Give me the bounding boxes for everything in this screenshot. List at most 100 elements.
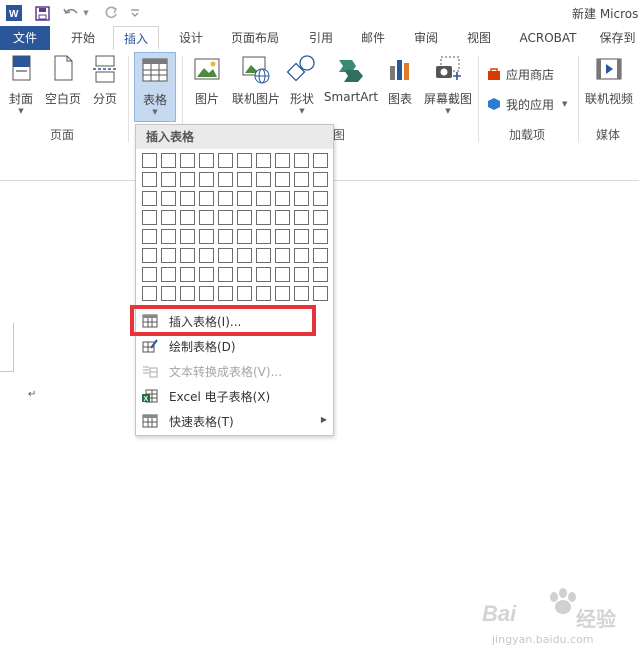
picture-button[interactable]: 图片 xyxy=(189,54,225,107)
grid-cell[interactable] xyxy=(294,229,309,244)
grid-cell[interactable] xyxy=(218,229,233,244)
grid-cell[interactable] xyxy=(256,286,271,301)
grid-cell[interactable] xyxy=(275,153,290,168)
tab-mailings[interactable]: 邮件 xyxy=(350,26,396,50)
tab-insert[interactable]: 插入 xyxy=(113,26,159,50)
grid-cell[interactable] xyxy=(199,153,214,168)
grid-cell[interactable] xyxy=(294,267,309,282)
grid-cell[interactable] xyxy=(142,286,157,301)
undo-dropdown-icon[interactable]: ▼ xyxy=(82,4,90,22)
grid-cell[interactable] xyxy=(256,191,271,206)
menu-item-excel-spreadsheet[interactable]: X Excel 电子表格(X) xyxy=(136,384,333,408)
grid-cell[interactable] xyxy=(161,153,176,168)
grid-cell[interactable] xyxy=(275,267,290,282)
tab-design[interactable]: 设计 xyxy=(168,26,214,50)
blank-page-button[interactable]: 空白页 xyxy=(42,54,84,107)
grid-cell[interactable] xyxy=(180,191,195,206)
grid-cell[interactable] xyxy=(218,286,233,301)
grid-cell[interactable] xyxy=(275,248,290,263)
grid-cell[interactable] xyxy=(161,172,176,187)
grid-cell[interactable] xyxy=(218,191,233,206)
tab-save-to[interactable]: 保存到 xyxy=(596,26,639,50)
grid-cell[interactable] xyxy=(180,229,195,244)
grid-cell[interactable] xyxy=(294,286,309,301)
grid-cell[interactable] xyxy=(142,248,157,263)
chart-button[interactable]: 图表 xyxy=(383,54,417,107)
redo-icon[interactable] xyxy=(103,4,119,22)
grid-cell[interactable] xyxy=(142,153,157,168)
tab-file[interactable]: 文件 xyxy=(0,26,50,50)
grid-cell[interactable] xyxy=(142,267,157,282)
grid-cell[interactable] xyxy=(313,153,328,168)
cover-page-button[interactable]: 封面 ▼ xyxy=(4,54,38,115)
grid-cell[interactable] xyxy=(199,210,214,225)
grid-cell[interactable] xyxy=(180,286,195,301)
grid-cell[interactable] xyxy=(180,267,195,282)
grid-cell[interactable] xyxy=(237,172,252,187)
grid-cell[interactable] xyxy=(294,210,309,225)
grid-cell[interactable] xyxy=(294,248,309,263)
grid-cell[interactable] xyxy=(313,248,328,263)
menu-item-quick-tables[interactable]: 快速表格(T) ▶ xyxy=(136,409,333,433)
grid-cell[interactable] xyxy=(256,153,271,168)
tab-view[interactable]: 视图 xyxy=(456,26,502,50)
grid-cell[interactable] xyxy=(275,191,290,206)
grid-cell[interactable] xyxy=(313,267,328,282)
menu-item-draw-table[interactable]: 绘制表格(D) xyxy=(136,334,333,358)
online-video-button[interactable]: 联机视频 xyxy=(582,54,636,107)
grid-cell[interactable] xyxy=(256,229,271,244)
grid-cell[interactable] xyxy=(294,191,309,206)
grid-cell[interactable] xyxy=(180,248,195,263)
tab-acrobat[interactable]: ACROBAT xyxy=(511,26,585,50)
grid-cell[interactable] xyxy=(256,267,271,282)
grid-cell[interactable] xyxy=(294,153,309,168)
grid-cell[interactable] xyxy=(218,210,233,225)
grid-cell[interactable] xyxy=(199,172,214,187)
page-break-button[interactable]: 分页 xyxy=(88,54,122,107)
grid-cell[interactable] xyxy=(256,172,271,187)
grid-cell[interactable] xyxy=(161,248,176,263)
grid-cell[interactable] xyxy=(199,286,214,301)
tab-home[interactable]: 开始 xyxy=(60,26,106,50)
grid-cell[interactable] xyxy=(237,286,252,301)
grid-cell[interactable] xyxy=(256,210,271,225)
grid-cell[interactable] xyxy=(313,229,328,244)
customize-qat-icon[interactable] xyxy=(129,4,141,22)
grid-cell[interactable] xyxy=(313,286,328,301)
grid-cell[interactable] xyxy=(199,191,214,206)
grid-cell[interactable] xyxy=(294,172,309,187)
grid-cell[interactable] xyxy=(237,267,252,282)
undo-icon[interactable] xyxy=(62,4,80,22)
grid-cell[interactable] xyxy=(161,286,176,301)
grid-cell[interactable] xyxy=(256,248,271,263)
tab-review[interactable]: 审阅 xyxy=(403,26,449,50)
grid-cell[interactable] xyxy=(237,229,252,244)
grid-cell[interactable] xyxy=(161,210,176,225)
grid-cell[interactable] xyxy=(180,172,195,187)
grid-cell[interactable] xyxy=(313,172,328,187)
grid-cell[interactable] xyxy=(275,210,290,225)
grid-cell[interactable] xyxy=(199,229,214,244)
grid-cell[interactable] xyxy=(180,210,195,225)
grid-cell[interactable] xyxy=(237,248,252,263)
save-icon[interactable] xyxy=(34,4,50,22)
grid-cell[interactable] xyxy=(237,191,252,206)
grid-cell[interactable] xyxy=(218,153,233,168)
online-picture-button[interactable]: 联机图片 xyxy=(228,54,284,107)
grid-cell[interactable] xyxy=(199,248,214,263)
grid-cell[interactable] xyxy=(142,210,157,225)
grid-cell[interactable] xyxy=(142,172,157,187)
grid-cell[interactable] xyxy=(218,267,233,282)
grid-cell[interactable] xyxy=(275,286,290,301)
grid-cell[interactable] xyxy=(161,191,176,206)
word-app-icon[interactable]: W xyxy=(6,4,22,22)
grid-cell[interactable] xyxy=(313,191,328,206)
store-button[interactable]: 应用商店 xyxy=(487,65,554,83)
menu-item-convert-text[interactable]: 文本转换成表格(V)... xyxy=(136,359,333,383)
grid-cell[interactable] xyxy=(161,267,176,282)
smartart-button[interactable]: SmartArt xyxy=(322,54,380,104)
grid-cell[interactable] xyxy=(275,229,290,244)
tab-page-layout[interactable]: 页面布局 xyxy=(222,26,288,50)
grid-cell[interactable] xyxy=(313,210,328,225)
shapes-button[interactable]: 形状 ▼ xyxy=(285,54,319,115)
